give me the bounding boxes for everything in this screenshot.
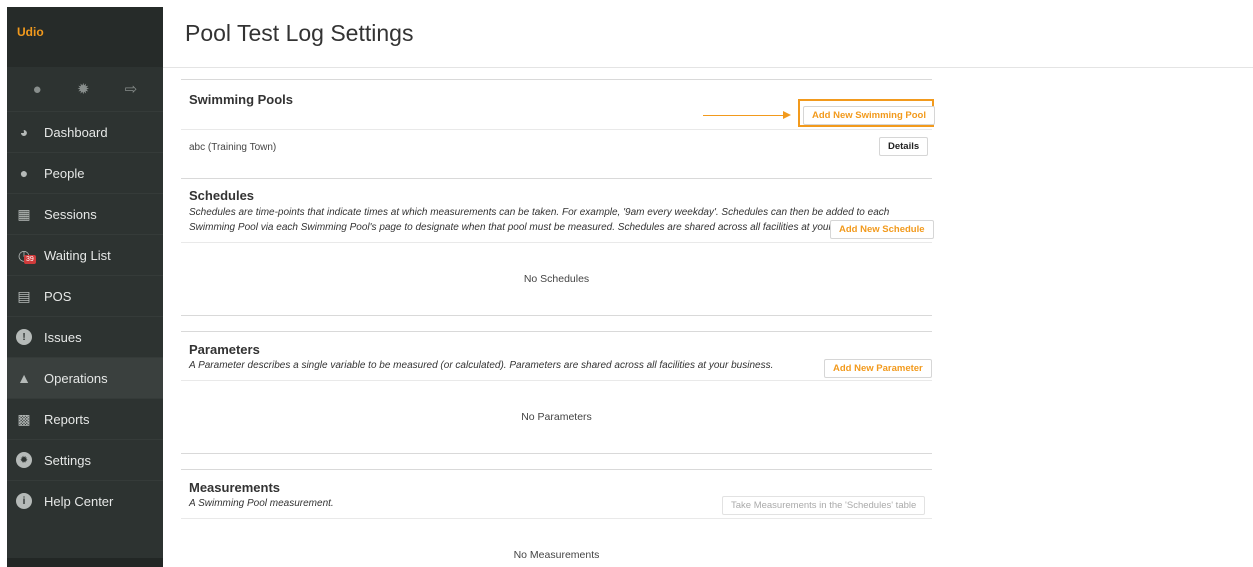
clock-icon: ◷ 39 [16, 247, 36, 264]
sidebar-item-label: Dashboard [44, 124, 108, 140]
pools-title: Swimming Pools [189, 92, 294, 107]
parameters-title: Parameters [189, 342, 260, 357]
callout-arrow-head [783, 111, 791, 119]
sidebar-item-dashboard[interactable]: ◕ Dashboard [7, 111, 163, 152]
sidebar-item-operations[interactable]: ▲ Operations [7, 357, 163, 398]
sidebar-item-sessions[interactable]: ▦ Sessions [7, 193, 163, 234]
measurements-empty: No Measurements [513, 549, 600, 561]
clipboard-icon: ▦ [17, 205, 31, 222]
callout-arrow [703, 115, 783, 116]
sidebar-item-issues[interactable]: ! Issues [7, 316, 163, 357]
alert-icon: ! [16, 329, 32, 345]
gear-icon[interactable]: ✹ [77, 80, 90, 98]
info-icon: i [16, 493, 32, 509]
take-measurements-button[interactable]: Take Measurements in the 'Schedules' tab… [722, 496, 926, 515]
toolbox-icon: ▲ [17, 370, 31, 386]
sidebar: Udio ● ✹ ⇨ ◕ Dashboard ● People ▦ Sessio… [7, 7, 163, 567]
measurements-title: Measurements [189, 480, 281, 495]
waiting-list-badge: 39 [24, 255, 36, 264]
schedules-title: Schedules [189, 188, 255, 203]
sidebar-item-label: Issues [44, 329, 82, 345]
schedules-empty: No Schedules [523, 273, 590, 285]
person-icon: ● [19, 165, 29, 181]
sidebar-item-label: Help Center [44, 493, 114, 509]
sidebar-item-people[interactable]: ● People [7, 152, 163, 193]
logout-icon[interactable]: ⇨ [125, 80, 138, 98]
brand-name[interactable]: Udio [17, 25, 44, 39]
pool-details-button[interactable]: Details [879, 137, 929, 156]
pool-row-name: abc (Training Town) [189, 142, 277, 153]
page-title: Pool Test Log Settings [185, 20, 414, 46]
sidebar-item-help-center[interactable]: i Help Center [7, 480, 163, 521]
add-schedule-button[interactable]: Add New Schedule [830, 220, 934, 239]
sidebar-item-label: POS [44, 288, 72, 304]
schedules-description: Schedules are time-points that indicate … [189, 207, 890, 233]
sidebar-icon-row: ● ✹ ⇨ [7, 67, 163, 111]
parameters-description: A Parameter describes a single variable … [189, 360, 774, 371]
sidebar-item-label: Waiting List [44, 247, 111, 263]
brand: Udio [7, 7, 163, 67]
sidebar-item-waiting-list[interactable]: ◷ 39 Waiting List [7, 234, 163, 275]
sidebar-nav: ◕ Dashboard ● People ▦ Sessions ◷ 39 Wai… [7, 111, 163, 521]
sidebar-item-label: Settings [44, 452, 91, 468]
add-swimming-pool-button[interactable]: Add New Swimming Pool [803, 106, 936, 125]
sidebar-item-label: Reports [44, 411, 90, 427]
header-divider [163, 67, 1253, 68]
settings-icon: ✹ [16, 452, 32, 468]
measurements-description: A Swimming Pool measurement. [189, 498, 334, 509]
sidebar-item-reports[interactable]: ▩ Reports [7, 398, 163, 439]
sidebar-item-settings[interactable]: ✹ Settings [7, 439, 163, 480]
sidebar-item-label: People [44, 165, 85, 181]
sidebar-item-pos[interactable]: ▤ POS [7, 275, 163, 316]
document-icon: ▩ [17, 410, 31, 427]
add-parameter-button[interactable]: Add New Parameter [824, 359, 932, 378]
sidebar-item-label: Operations [44, 370, 108, 386]
dashboard-icon: ◕ [19, 124, 29, 140]
register-icon: ▤ [17, 287, 31, 304]
parameters-empty: No Parameters [521, 411, 592, 423]
sidebar-item-label: Sessions [44, 206, 97, 222]
sidebar-footer [7, 558, 163, 567]
chat-icon[interactable]: ● [33, 81, 42, 98]
